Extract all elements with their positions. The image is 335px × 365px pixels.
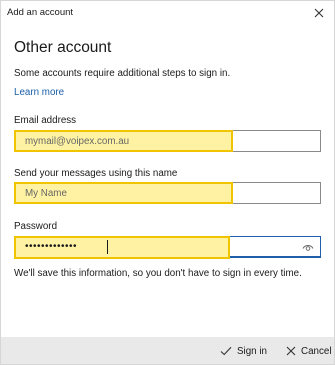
email-field[interactable]: mymail@voipex.com.au [14,130,321,152]
close-icon [286,346,296,356]
email-label: Email address [14,115,77,126]
name-value: My Name [25,188,67,199]
password-field[interactable]: ••••••••••••• [14,236,321,259]
description-text: Some accounts require additional steps t… [14,68,231,79]
eye-icon[interactable] [302,242,314,253]
close-icon [314,8,324,18]
email-value: mymail@voipex.com.au [25,136,130,147]
password-label: Password [14,221,58,232]
cancel-label: Cancel [301,345,332,357]
learn-more-link[interactable]: Learn more [14,87,64,98]
name-label: Send your messages using this name [14,168,178,179]
dialog-title: Add an account [7,7,74,18]
checkmark-icon [220,346,232,356]
button-bar: Sign in Cancel [1,337,334,364]
sign-in-button[interactable]: Sign in [220,343,267,359]
add-account-dialog: Add an account Other account Some accoun… [0,0,335,365]
text-caret [107,240,108,254]
cancel-button[interactable]: Cancel [286,343,332,359]
sign-in-label: Sign in [237,345,267,357]
password-value: ••••••••••••• [25,241,78,252]
name-field[interactable]: My Name [14,182,321,204]
close-button[interactable] [308,3,330,23]
save-info-note: We'll save this information, so you don'… [14,268,302,279]
title-bar: Add an account [1,1,334,26]
page-title: Other account [14,39,112,56]
